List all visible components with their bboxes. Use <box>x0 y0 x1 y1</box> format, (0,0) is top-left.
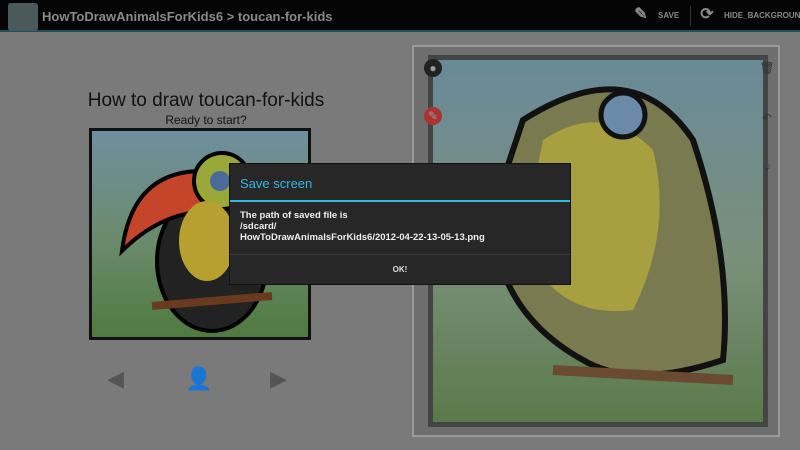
message-line: HowToDrawAnimalsForKids6/2012-04-22-13-0… <box>240 232 485 243</box>
next-arrow-button[interactable]: ▶ <box>270 366 287 392</box>
dialog-title: Save screen <box>230 164 570 202</box>
message-line: The path of saved file is <box>240 210 348 221</box>
ok-button[interactable]: OK! <box>230 254 570 284</box>
hide-background-button[interactable]: ⟳ HIDE_BACKGROUND <box>698 6 800 24</box>
hide-background-label: HIDE_BACKGROUND <box>724 10 800 20</box>
color-picker-tool[interactable]: ✎ <box>424 107 442 125</box>
trash-icon[interactable]: 🗑 <box>758 59 776 77</box>
page-title: How to draw toucan-for-kids <box>87 90 325 111</box>
brush-size-tool[interactable]: ● <box>424 59 442 77</box>
edit-save-icon: ✎ <box>634 6 648 23</box>
previous-arrow-button[interactable]: ◀ <box>107 366 124 392</box>
divider <box>690 6 691 26</box>
save-screen-dialog: Save screen The path of saved file is /s… <box>229 163 571 285</box>
page-subtitle: Ready to start? <box>165 113 247 127</box>
person-icon[interactable]: 👤 <box>185 366 212 392</box>
refresh-icon: ⟳ <box>700 6 714 23</box>
dialog-message: The path of saved file is /sdcard/ HowTo… <box>230 202 570 254</box>
share-icon[interactable]: ⑂ <box>758 159 776 177</box>
message-line: /sdcard/ <box>240 221 277 232</box>
undo-icon[interactable]: ↶ <box>758 109 776 127</box>
save-label: SAVE <box>658 10 680 20</box>
breadcrumb: HowToDrawAnimalsForKids6 > toucan-for-ki… <box>42 9 333 24</box>
action-bar: HowToDrawAnimalsForKids6 > toucan-for-ki… <box>0 0 800 32</box>
app-logo[interactable] <box>8 3 38 31</box>
save-button[interactable]: ✎ SAVE <box>632 6 679 24</box>
